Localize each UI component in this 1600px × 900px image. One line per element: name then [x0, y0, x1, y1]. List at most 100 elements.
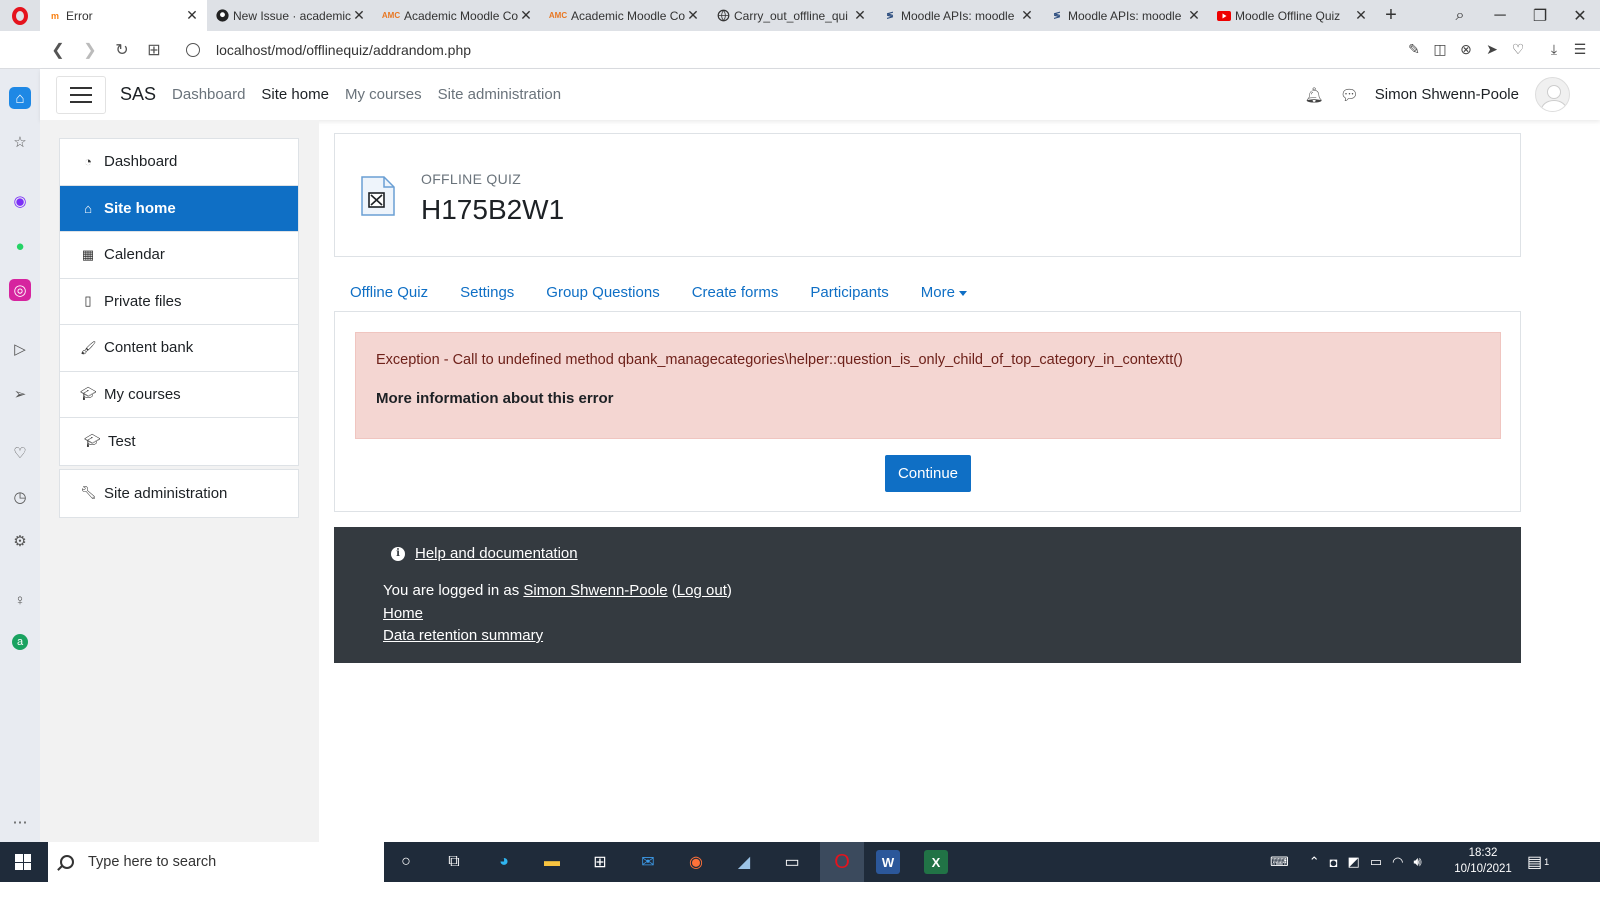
browser-tab-error[interactable]: m Error ✕: [40, 0, 207, 31]
tab-settings[interactable]: Settings: [444, 280, 530, 305]
speed-dial-icon[interactable]: ⊞: [138, 34, 170, 66]
word-icon[interactable]: W: [876, 850, 900, 874]
close-window-button[interactable]: ✕: [1560, 0, 1600, 31]
tab-group-questions[interactable]: Group Questions: [530, 280, 675, 305]
logout-link[interactable]: Log out: [677, 582, 727, 599]
close-tab-icon[interactable]: ✕: [1187, 7, 1201, 24]
taskbar-search-input[interactable]: Type here to search: [48, 842, 384, 882]
nav-link-site-administration[interactable]: Site administration: [438, 86, 561, 103]
star-icon[interactable]: ☆: [9, 131, 31, 153]
history-icon[interactable]: ◷: [9, 486, 31, 508]
home-link[interactable]: Home: [383, 605, 423, 622]
more-icon[interactable]: ⋯: [9, 811, 31, 833]
send-icon[interactable]: ➤: [1482, 40, 1502, 60]
webcam-icon[interactable]: ◘: [1330, 855, 1338, 870]
minimize-button[interactable]: ─: [1480, 0, 1520, 31]
close-tab-icon[interactable]: ✕: [1020, 7, 1034, 24]
more-info-toggle[interactable]: More information about this error: [376, 390, 614, 407]
back-button[interactable]: ❮: [42, 34, 74, 66]
avatar[interactable]: [1535, 77, 1570, 112]
profile-link[interactable]: Simon Shwenn-Poole: [523, 582, 667, 599]
player-icon[interactable]: ▷: [9, 338, 31, 360]
close-tab-icon[interactable]: ✕: [686, 7, 700, 24]
tab-create-forms[interactable]: Create forms: [676, 280, 795, 305]
clock[interactable]: 18:32 10/10/2021: [1448, 845, 1518, 877]
edit-icon[interactable]: ✎: [1404, 40, 1424, 60]
drawer-item-my-courses[interactable]: 🎓︎ My courses: [60, 372, 298, 418]
bluetooth-icon[interactable]: ◩: [1348, 854, 1360, 870]
drawer-toggle-button[interactable]: [56, 75, 106, 114]
heart-icon[interactable]: ♡: [1508, 40, 1528, 60]
opera-menu-icon[interactable]: [0, 0, 40, 31]
show-hidden-icons[interactable]: ⌃: [1309, 854, 1320, 870]
reload-button[interactable]: ↻: [106, 34, 138, 66]
search-tabs-icon[interactable]: ⌕: [1440, 0, 1480, 31]
site-info-icon[interactable]: [186, 42, 200, 57]
close-tab-icon[interactable]: ✕: [853, 7, 867, 24]
close-tab-icon[interactable]: ✕: [1354, 7, 1368, 24]
close-tab-icon[interactable]: ✕: [352, 7, 366, 24]
send-icon[interactable]: ➢: [9, 383, 31, 405]
notification-center-icon[interactable]: ▤ 1: [1527, 842, 1549, 882]
aria-icon[interactable]: a: [12, 634, 28, 650]
nav-link-dashboard[interactable]: Dashboard: [172, 86, 245, 103]
wifi-icon[interactable]: ◠: [1392, 854, 1403, 870]
site-brand[interactable]: SAS: [120, 84, 156, 105]
nav-link-my-courses[interactable]: My courses: [345, 86, 422, 103]
close-tab-icon[interactable]: ✕: [185, 7, 199, 24]
battery-icon[interactable]: ▭: [1370, 854, 1382, 870]
heart-icon[interactable]: ♡: [9, 442, 31, 464]
firefox-icon[interactable]: ◉: [684, 850, 708, 874]
messenger-icon[interactable]: ◉: [9, 190, 31, 212]
browser-tab[interactable]: ≶ Moodle APIs: moodle ✕: [875, 0, 1042, 31]
message-icon[interactable]: 💬︎: [1340, 86, 1359, 104]
browser-tab[interactable]: AMC Academic Moodle Co ✕: [541, 0, 708, 31]
drawer-item-calendar[interactable]: ▦ Calendar: [60, 232, 298, 279]
restore-button[interactable]: ❐: [1520, 0, 1560, 31]
drawer-item-site-home[interactable]: ⌂ Site home: [60, 185, 298, 232]
download-icon[interactable]: ⤓: [1544, 40, 1564, 60]
input-indicator-icon[interactable]: ⌨: [1270, 854, 1289, 870]
whatsapp-icon[interactable]: ●: [9, 235, 31, 257]
tab-participants[interactable]: Participants: [794, 280, 904, 305]
lightbulb-icon[interactable]: ♀: [9, 589, 31, 611]
home-icon[interactable]: ⌂: [9, 87, 31, 109]
browser-tab[interactable]: New Issue · academic ✕: [207, 0, 374, 31]
store-icon[interactable]: ⊞: [588, 850, 612, 874]
drawer-item-private-files[interactable]: ▯ Private files: [60, 279, 298, 325]
instagram-icon[interactable]: ◎: [9, 279, 31, 301]
tab-offline-quiz[interactable]: Offline Quiz: [334, 280, 444, 305]
browser-tab[interactable]: Moodle Offline Quiz ✕: [1209, 0, 1376, 31]
easy-setup-icon[interactable]: ☰: [1570, 40, 1590, 60]
adblock-icon[interactable]: ⊗: [1456, 40, 1476, 60]
browser-tab[interactable]: ≶ Moodle APIs: moodle ✕: [1042, 0, 1209, 31]
close-tab-icon[interactable]: ✕: [519, 7, 533, 24]
cortana-icon[interactable]: ○: [394, 850, 418, 874]
user-menu-name[interactable]: Simon Shwenn-Poole: [1375, 86, 1519, 103]
mail-icon[interactable]: ✉: [636, 850, 660, 874]
task-view-icon[interactable]: ⧉: [442, 850, 466, 874]
url-field[interactable]: localhost/mod/offlinequiz/addrandom.php: [186, 42, 471, 58]
settings-icon[interactable]: ⚙: [9, 530, 31, 552]
volume-icon[interactable]: 🔊︎: [1413, 854, 1421, 870]
opera-taskbar-icon[interactable]: O: [820, 842, 864, 882]
help-link[interactable]: i Help and documentation: [391, 545, 578, 562]
drawer-item-site-administration[interactable]: 🔧︎ Site administration: [60, 470, 298, 517]
tab-more[interactable]: More: [905, 280, 983, 305]
start-button[interactable]: [0, 842, 46, 882]
terminal-icon[interactable]: ▭: [780, 850, 804, 874]
notepad-icon[interactable]: ◢: [732, 850, 756, 874]
drawer-item-content-bank[interactable]: 🖌︎ Content bank: [60, 325, 298, 372]
drawer-item-dashboard[interactable]: ◔ Dashboard: [60, 139, 298, 186]
new-tab-button[interactable]: +: [1376, 0, 1406, 31]
nav-link-site-home[interactable]: Site home: [261, 86, 329, 103]
browser-tab[interactable]: Carry_out_offline_qui ✕: [708, 0, 875, 31]
bell-icon[interactable]: 🔔︎: [1305, 86, 1324, 104]
file-explorer-icon[interactable]: ▬: [540, 850, 564, 874]
browser-tab[interactable]: AMC Academic Moodle Co ✕: [374, 0, 541, 31]
camera-icon[interactable]: ◫: [1430, 40, 1450, 60]
edge-icon[interactable]: ◕: [492, 850, 516, 874]
drawer-item-test[interactable]: 🎓︎ Test: [60, 418, 298, 465]
excel-icon[interactable]: X: [924, 850, 948, 874]
data-retention-link[interactable]: Data retention summary: [383, 627, 543, 644]
